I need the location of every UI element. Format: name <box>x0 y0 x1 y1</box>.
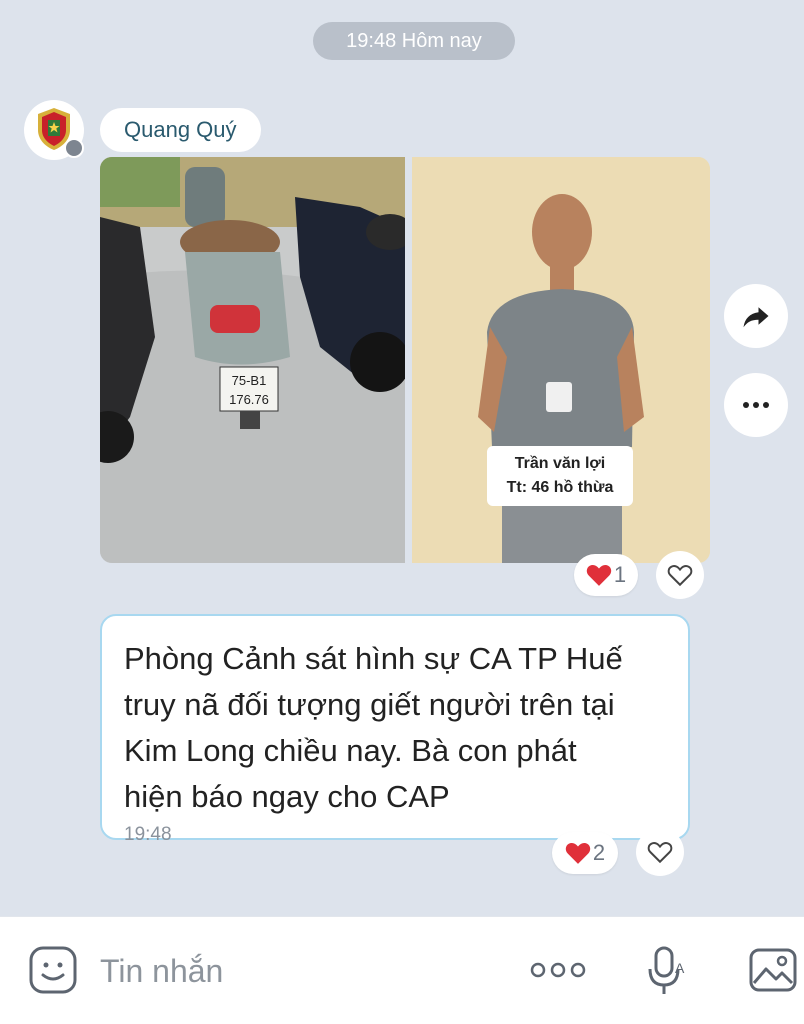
image-like-button[interactable] <box>656 551 704 599</box>
voice-icon[interactable]: A <box>645 945 685 997</box>
text-reaction[interactable]: 2 <box>552 832 618 874</box>
date-divider: 19:48 Hôm nay <box>313 22 515 60</box>
photo-suspect[interactable]: Trần văn lợi Tt: 46 hồ thừa <box>412 157 710 563</box>
message-input[interactable]: Tin nhắn <box>100 953 223 990</box>
message-composer: Tin nhắn A <box>0 916 804 1024</box>
reaction-count: 2 <box>592 840 606 865</box>
text-message-bubble[interactable]: Phòng Cảnh sát hình sự CA TP Huế truy nã… <box>100 614 690 845</box>
more-button[interactable] <box>724 373 788 437</box>
heart-outline-icon <box>647 842 673 864</box>
plate-line2: 176.76 <box>229 392 269 407</box>
photo-motorbike[interactable]: 75-B1 176.76 <box>100 157 405 563</box>
image-reaction[interactable]: 1 <box>574 554 638 596</box>
text-like-button[interactable] <box>636 828 684 876</box>
heart-icon <box>565 843 591 864</box>
sender-avatar[interactable] <box>24 100 84 160</box>
motorbike-image: 75-B1 176.76 <box>100 157 405 563</box>
avatar-badge <box>64 138 84 158</box>
heart-icon <box>586 565 612 586</box>
plate-line1: 75-B1 <box>232 373 267 388</box>
sender-name[interactable]: Quang Quý <box>100 108 261 152</box>
more-icon <box>743 402 769 408</box>
image-icon[interactable] <box>748 945 798 995</box>
share-button[interactable] <box>724 284 788 348</box>
caption-name: Trần văn lợi <box>514 455 606 472</box>
suspect-caption: Trần văn lợi Tt: 46 hồ thừa <box>487 446 633 506</box>
reaction-count: 1 <box>613 562 627 587</box>
message-text: Phòng Cảnh sát hình sự CA TP Huế truy nã… <box>124 641 623 814</box>
sticker-icon[interactable] <box>28 945 78 995</box>
share-icon <box>743 307 769 328</box>
heart-outline-icon <box>667 565 693 587</box>
svg-text:A: A <box>675 960 685 976</box>
caption-address: Tt: 46 hồ thừa <box>506 479 614 496</box>
more-dots-icon[interactable] <box>528 960 588 980</box>
